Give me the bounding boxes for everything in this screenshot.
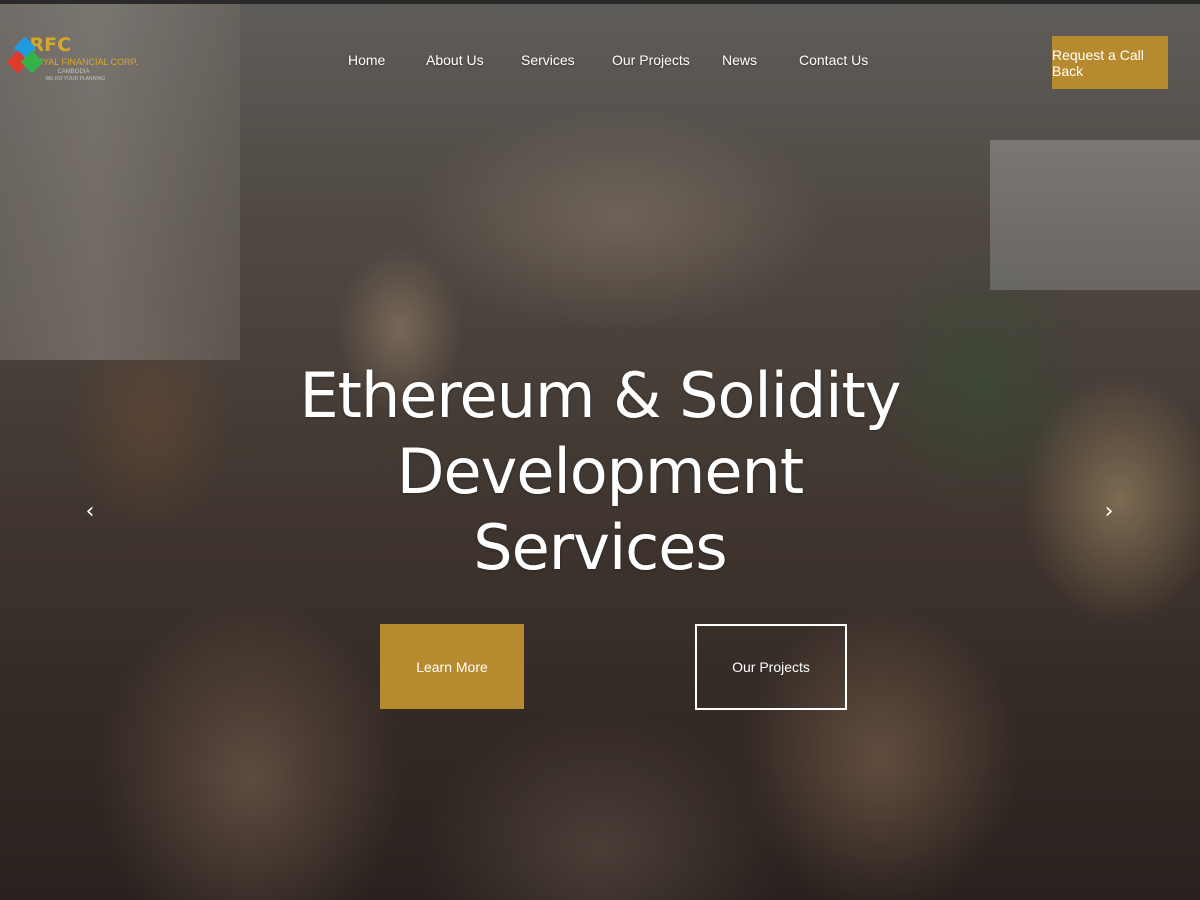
nav-our-projects[interactable]: Our Projects [612, 52, 690, 68]
page: RFC ROYAL FINANCIAL CORP. CAMBODIA WE DO… [0, 0, 1200, 900]
nav-news[interactable]: News [722, 52, 757, 68]
logo-region: CAMBODIA [57, 69, 90, 75]
nav-contact-us[interactable]: Contact Us [799, 52, 868, 68]
logo-company-name: ROYAL FINANCIAL CORP. [29, 57, 138, 67]
learn-more-button[interactable]: Learn More [380, 624, 524, 709]
diamond-logo-icon [6, 34, 44, 84]
top-border [0, 0, 1200, 4]
our-projects-button[interactable]: Our Projects [695, 624, 847, 710]
chevron-right-icon[interactable]: › [1099, 500, 1119, 524]
hero-title-line-1: Ethereum & Solidity Development [299, 359, 902, 508]
hero-title-line-2: Services [473, 511, 727, 584]
nav-home[interactable]: Home [348, 52, 385, 68]
site-logo[interactable]: RFC ROYAL FINANCIAL CORP. CAMBODIA WE DO… [6, 26, 138, 92]
logo-text: RFC ROYAL FINANCIAL CORP. CAMBODIA WE DO… [29, 36, 138, 82]
request-call-back-button[interactable]: Request a Call Back [1052, 36, 1168, 89]
logo-abbr: RFC [29, 34, 72, 56]
logo-tagline: WE DO YOUR PLANNING [45, 76, 106, 82]
hero-title: Ethereum & Solidity Development Services [100, 358, 1100, 586]
nav-services[interactable]: Services [521, 52, 575, 68]
chevron-left-icon[interactable]: ‹ [80, 500, 100, 524]
nav-about-us[interactable]: About Us [426, 52, 484, 68]
